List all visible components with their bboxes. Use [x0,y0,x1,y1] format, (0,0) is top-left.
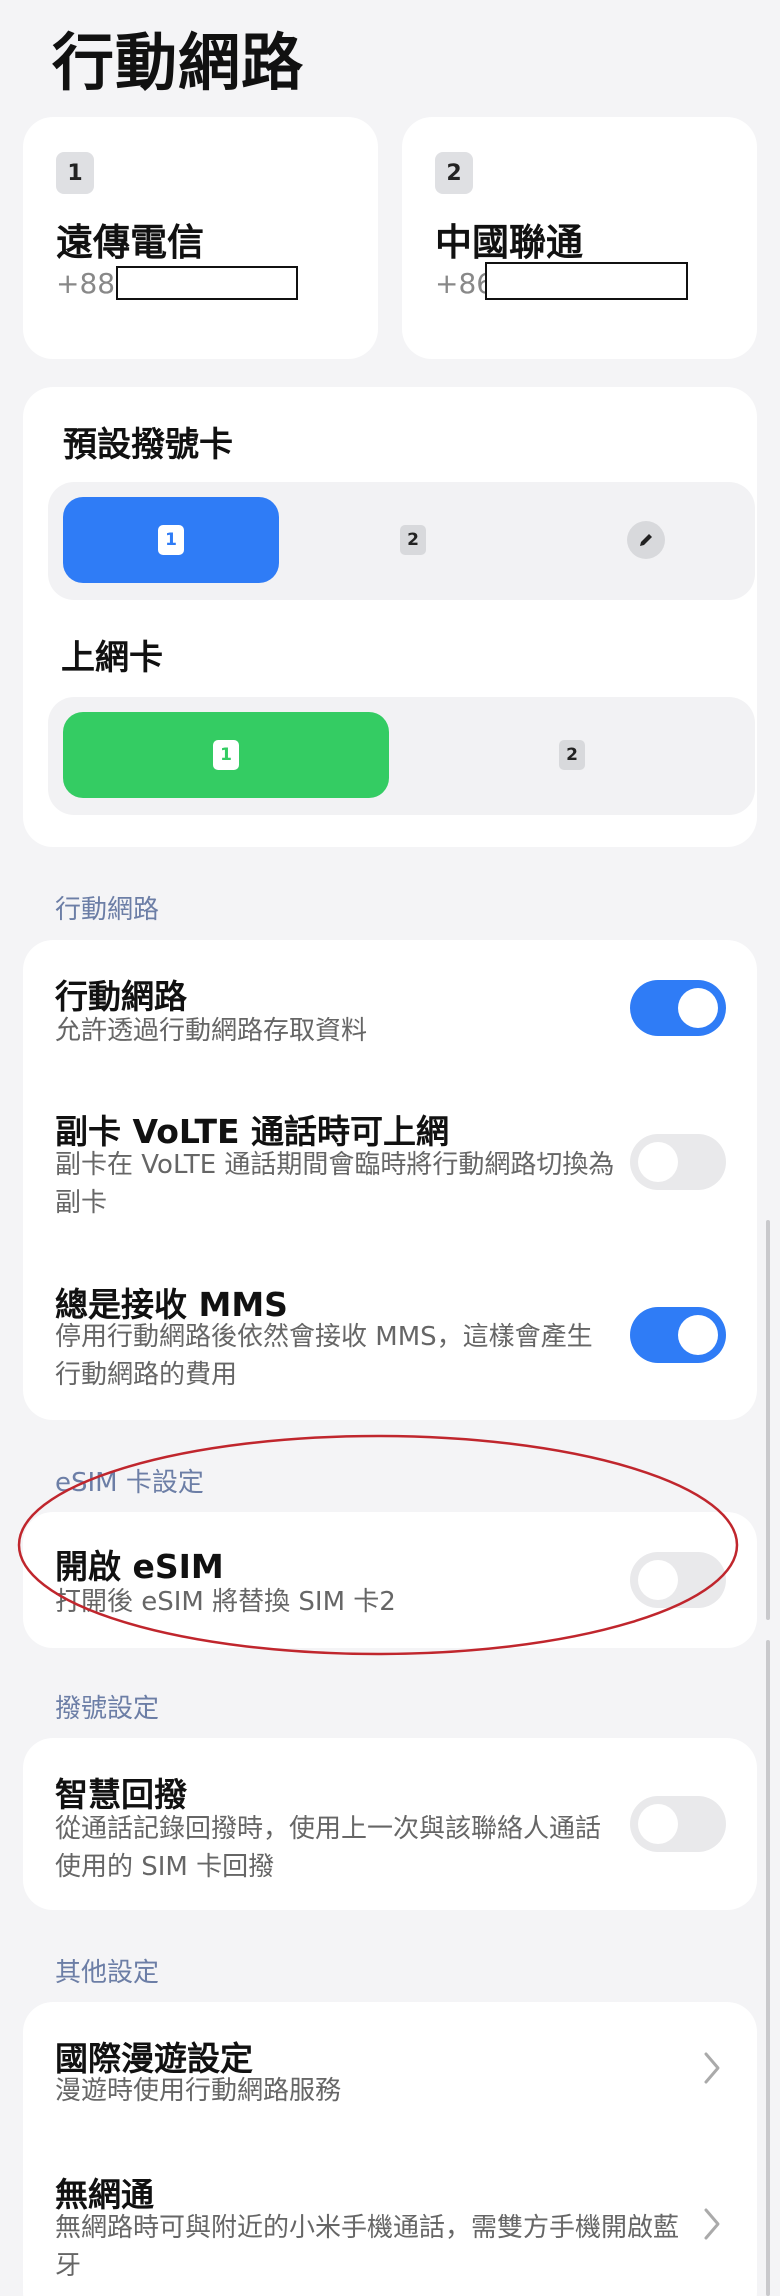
row-description: 無網路時可與附近的小米手機通話，需雙方手機開啟藍牙 [55,2213,680,2281]
row-description: 副卡在 VoLTE 通話期間會臨時將行動網路切換為副卡 [55,1150,615,1218]
sim-card-1[interactable]: 1 遠傳電信 +886 [23,117,378,359]
sim-2-icon: 2 [400,525,426,555]
row-description: 打開後 eSIM 將替換 SIM 卡2 [55,1587,396,1617]
toggle-knob [638,1142,678,1182]
sim-1-icon: 1 [213,740,239,770]
section-header-esim: eSIM 卡設定 [55,1468,204,1498]
section-header-other: 其他設定 [55,1958,160,1988]
default-dial-option-1[interactable]: 1 [63,497,279,583]
data-card-title: 上網卡 [61,638,163,678]
pencil-icon [627,521,665,559]
sim-card-2[interactable]: 2 中國聯通 +86 [402,117,757,359]
row-description: 停用行動網路後依然會接收 MMS，這樣會產生行動網路的費用 [55,1322,593,1390]
enable-esim-toggle[interactable] [630,1552,726,1608]
toggle-knob [678,988,718,1028]
row-title: 行動網路 [55,977,187,1016]
data-card-option-2[interactable]: 2 [404,712,740,798]
toggle-knob [638,1804,678,1844]
sim-slot-2-badge: 2 [435,152,473,194]
redaction-box [485,262,688,300]
carrier-name-2: 中國聯通 [435,221,583,264]
default-dial-title: 預設撥號卡 [63,425,233,465]
default-dial-option-ask[interactable] [538,497,754,583]
sim-1-icon: 1 [158,525,184,555]
page-title: 行動網路 [52,26,305,99]
sim-slot-1-badge: 1 [56,152,94,194]
data-card-option-1[interactable]: 1 [63,712,389,798]
default-dial-selector: 1 2 [48,482,755,600]
toggle-knob [678,1315,718,1355]
smart-callback-toggle[interactable] [630,1796,726,1852]
sim-preferences-card: 預設撥號卡 1 2 上網卡 1 2 [23,387,757,847]
toggle-knob [638,1560,678,1600]
volte-data-toggle[interactable] [630,1134,726,1190]
default-dial-option-2[interactable]: 2 [304,497,520,583]
scrollbar[interactable] [766,1220,770,1620]
section-header-mobile-network: 行動網路 [55,895,160,925]
row-description: 允許透過行動網路存取資料 [55,1016,368,1046]
row-title: 開啟 eSIM [55,1547,224,1586]
scrollbar[interactable] [766,1640,770,2296]
redaction-box [116,266,298,300]
chevron-right-icon [704,2208,720,2240]
always-mms-toggle[interactable] [630,1307,726,1363]
sim-2-icon: 2 [559,740,585,770]
data-card-selector: 1 2 [48,697,755,815]
carrier-name-1: 遠傳電信 [56,221,204,264]
row-title: 智慧回撥 [55,1775,187,1814]
chevron-right-icon [704,2052,720,2084]
mobile-data-toggle[interactable] [630,980,726,1036]
section-header-dial: 撥號設定 [55,1694,160,1724]
row-description: 從通話記錄回撥時，使用上一次與該聯絡人通話使用的 SIM 卡回撥 [55,1814,602,1882]
row-description: 漫遊時使用行動網路服務 [55,2076,342,2106]
